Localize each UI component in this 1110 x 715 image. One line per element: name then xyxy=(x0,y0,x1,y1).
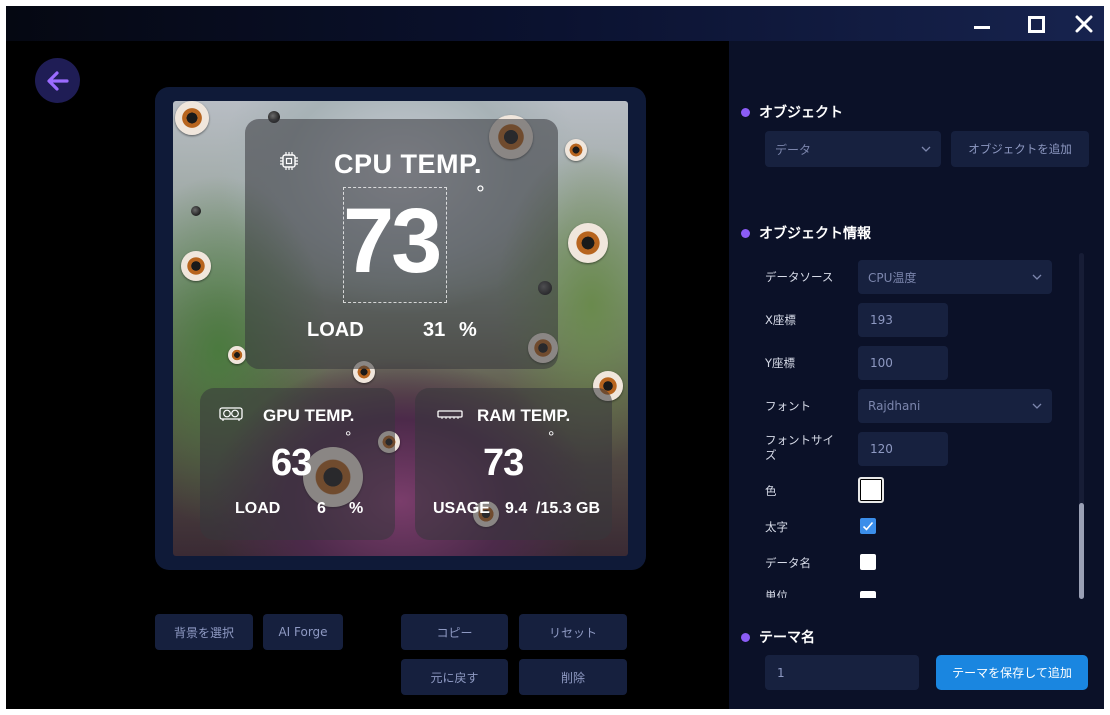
bold-label: 太字 xyxy=(765,520,788,534)
chevron-down-icon xyxy=(1032,403,1042,409)
ram-title: RAM TEMP. xyxy=(477,406,571,425)
ram-value: 73 xyxy=(483,442,524,484)
gpu-load-label: LOAD xyxy=(235,500,281,517)
data-name-checkbox[interactable] xyxy=(860,554,876,570)
color-label: 色 xyxy=(765,484,777,498)
ram-degree-symbol: ° xyxy=(548,429,555,446)
theme-name-section-title: テーマ名 xyxy=(741,627,815,647)
object-info-section-title: オブジェクト情報 xyxy=(741,223,871,243)
cpu-degree-symbol: ° xyxy=(476,181,485,206)
reset-button[interactable]: リセット xyxy=(519,614,627,650)
x-coordinate-input[interactable]: 193 xyxy=(858,303,948,337)
object-select[interactable]: データ xyxy=(765,131,941,167)
preview-frame: CPU TEMP. 73 ° LOAD 31 % GPU TEMP. 63 ° … xyxy=(155,87,646,570)
font-size-input[interactable]: 120 xyxy=(858,432,948,466)
arrow-left-icon xyxy=(46,70,69,91)
font-select[interactable]: Rajdhani xyxy=(858,389,1052,423)
ram-stick-icon xyxy=(437,410,463,419)
background-eye-decoration xyxy=(228,346,246,364)
ram-temp-widget[interactable]: RAM TEMP. 73 ° USAGE 9.4 /15.3 GB xyxy=(415,388,612,540)
cpu-chip-icon xyxy=(280,152,298,170)
cpu-load-unit: % xyxy=(459,319,477,341)
background-eye-decoration xyxy=(175,101,209,135)
theme-name-section-label: テーマ名 xyxy=(759,630,815,646)
section-bullet xyxy=(741,632,750,642)
gpu-card-icon xyxy=(219,407,243,421)
cpu-value: 73 xyxy=(343,190,442,292)
background-eye-decoration xyxy=(568,223,608,263)
background-eye-decoration xyxy=(191,206,201,216)
object-section-label: オブジェクト xyxy=(759,105,843,121)
theme-preview-canvas[interactable]: CPU TEMP. 73 ° LOAD 31 % GPU TEMP. 63 ° … xyxy=(173,101,628,556)
data-source-select[interactable]: CPU温度 xyxy=(858,260,1052,294)
ai-forge-button[interactable]: AI Forge xyxy=(263,614,343,650)
font-size-label: フォントサイ ズ xyxy=(765,433,834,463)
cpu-load-label: LOAD xyxy=(307,319,364,341)
cpu-title: CPU TEMP. xyxy=(334,149,483,179)
object-select-value: データ xyxy=(775,142,812,157)
theme-name-input[interactable]: 1 xyxy=(765,655,919,690)
font-size-label-line1: フォントサイ xyxy=(765,433,834,447)
ram-usage-label: USAGE xyxy=(433,500,490,517)
save-theme-button[interactable]: テーマを保存して追加 xyxy=(936,655,1088,690)
unit-row-clip: 単位 xyxy=(729,581,1069,598)
font-size-label-line2: ズ xyxy=(765,448,777,462)
unit-checkbox[interactable] xyxy=(860,591,876,598)
maximize-icon[interactable] xyxy=(1022,10,1050,38)
bold-checkbox[interactable] xyxy=(860,518,876,534)
font-label: フォント xyxy=(765,399,811,413)
close-icon[interactable] xyxy=(1070,10,1098,38)
x-coordinate-label: X座標 xyxy=(765,313,796,327)
cpu-load-value: 31 xyxy=(423,319,446,341)
gpu-load-unit: % xyxy=(349,500,364,517)
cpu-temp-widget[interactable]: CPU TEMP. 73 ° LOAD 31 % xyxy=(245,119,558,369)
section-bullet xyxy=(741,107,750,117)
gpu-title: GPU TEMP. xyxy=(263,406,355,425)
data-source-label: データソース xyxy=(765,270,834,284)
add-object-button[interactable]: オブジェクトを追加 xyxy=(951,131,1089,167)
copy-button[interactable]: コピー xyxy=(401,614,508,650)
data-source-value: CPU温度 xyxy=(868,270,917,285)
y-coordinate-input[interactable]: 100 xyxy=(858,346,948,380)
ram-usage-total: /15.3 GB xyxy=(536,500,601,517)
editor-area: CPU TEMP. 73 ° LOAD 31 % GPU TEMP. 63 ° … xyxy=(6,41,729,709)
object-info-section-label: オブジェクト情報 xyxy=(759,226,871,242)
object-section-title: オブジェクト xyxy=(741,102,843,122)
title-bar xyxy=(6,6,1104,41)
chevron-down-icon xyxy=(1032,274,1042,280)
select-background-button[interactable]: 背景を選択 xyxy=(155,614,253,650)
checkmark-icon xyxy=(862,521,874,531)
color-swatch[interactable] xyxy=(858,477,884,503)
background-eye-decoration xyxy=(181,251,211,281)
gpu-value: 63 xyxy=(271,442,312,484)
minimize-icon[interactable] xyxy=(968,10,996,38)
font-value: Rajdhani xyxy=(868,399,921,413)
back-button[interactable] xyxy=(35,58,80,103)
y-coordinate-label: Y座標 xyxy=(765,356,796,370)
gpu-degree-symbol: ° xyxy=(345,429,352,446)
undo-button[interactable]: 元に戻す xyxy=(401,659,508,695)
gpu-load-value: 6 xyxy=(317,500,326,517)
scrollbar-thumb[interactable] xyxy=(1079,503,1084,599)
ram-usage-value: 9.4 xyxy=(505,500,528,517)
unit-label: 単位 xyxy=(765,589,788,598)
data-name-label: データ名 xyxy=(765,556,811,570)
chevron-down-icon xyxy=(921,146,931,152)
section-bullet xyxy=(741,228,750,238)
app-window: CPU TEMP. 73 ° LOAD 31 % GPU TEMP. 63 ° … xyxy=(6,6,1104,709)
background-eye-decoration xyxy=(565,139,587,161)
gpu-temp-widget[interactable]: GPU TEMP. 63 ° LOAD 6 % xyxy=(200,388,395,540)
properties-panel: オブジェクト データ オブジェクトを追加 オブジェクト情報 データソース CPU… xyxy=(729,41,1104,709)
delete-button[interactable]: 削除 xyxy=(519,659,627,695)
